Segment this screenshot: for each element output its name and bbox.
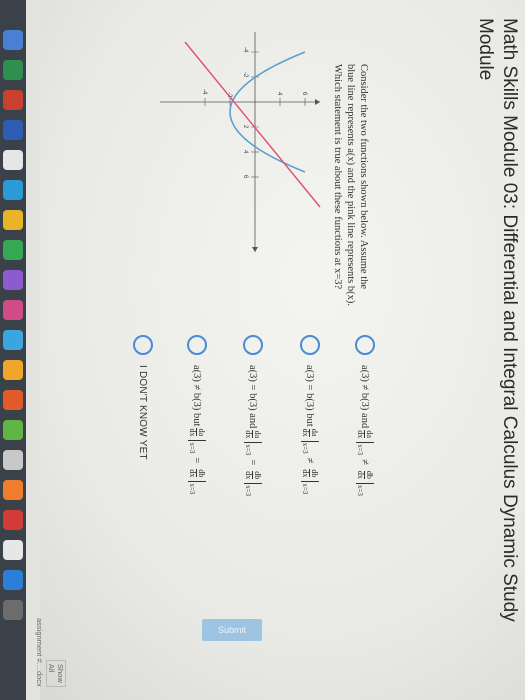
option-2[interactable]: a(3) = b(3) but da dx x=3 ≠ db dx x=3 xyxy=(300,335,320,494)
x-tick-4: 4 xyxy=(242,150,248,154)
radio-button[interactable] xyxy=(133,335,153,355)
submit-button[interactable]: Submit xyxy=(202,619,262,641)
radio-button[interactable] xyxy=(355,335,375,355)
function-graph: 6 4 -2 -4 -4 -2 2 4 6 xyxy=(160,32,321,252)
x-axis-arrow xyxy=(252,247,258,252)
photo-frame: assignment #....docx Show All Math Skill… xyxy=(0,0,525,700)
x-tick-6: 6 xyxy=(242,175,248,179)
option-4[interactable]: a(3) ≠ b(3) but da dx x=3 = db dx x=3 xyxy=(187,335,207,494)
radio-button[interactable] xyxy=(300,335,320,355)
y-tick-4: 4 xyxy=(276,92,282,96)
x-tick-minus4: -4 xyxy=(242,47,248,53)
option-1[interactable]: a(3) ≠ b(3) and da dx x=3 ≠ db dx x=3 xyxy=(355,335,375,496)
page-title: Math Skills Module 03: Differential and … xyxy=(475,18,520,622)
question-text: Consider the two functions shown below. … xyxy=(332,64,369,306)
option-3[interactable]: a(3) = b(3) and da dx x=3 = db dx x=3 xyxy=(243,335,263,496)
blue-curve-a xyxy=(229,51,306,173)
y-tick-6: 6 xyxy=(301,92,307,96)
pink-line-b xyxy=(184,41,321,208)
x-tick-minus2: -2 xyxy=(242,72,248,78)
radio-button[interactable] xyxy=(243,335,263,355)
x-tick-2: 2 xyxy=(242,125,248,129)
browser-content: Math Skills Module 03: Differential and … xyxy=(0,0,525,700)
y-axis-arrow xyxy=(315,99,320,105)
option-5[interactable]: I DON'T KNOW YET xyxy=(133,335,153,460)
y-tick-minus4: -4 xyxy=(201,89,207,95)
radio-button[interactable] xyxy=(187,335,207,355)
